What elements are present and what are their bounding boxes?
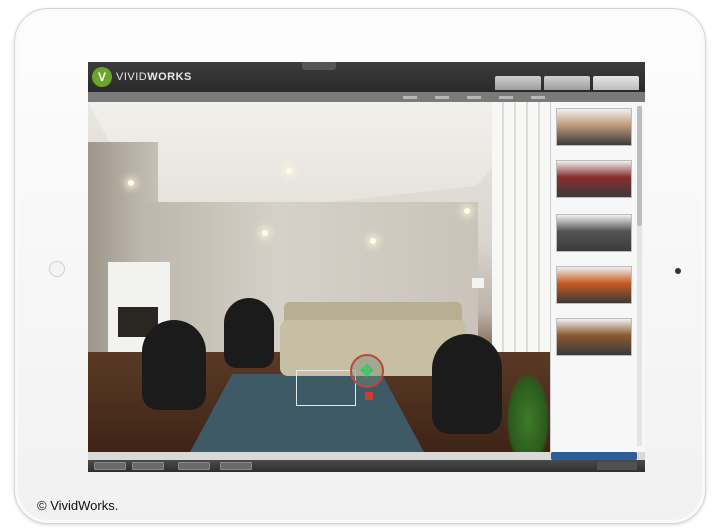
status-action-button[interactable]: [551, 452, 637, 460]
catalog-thumb-1[interactable]: [556, 108, 632, 146]
catalog-thumb-2[interactable]: [556, 160, 632, 198]
pull-down-tab[interactable]: [302, 62, 336, 70]
top-tabs: [495, 76, 639, 90]
catalog-thumb-4[interactable]: [556, 266, 632, 304]
bottom-toolbar: [88, 460, 645, 472]
move-arrows-icon[interactable]: ✥: [350, 354, 384, 388]
toolbar-button-1[interactable]: [94, 462, 126, 470]
app-header: V VIVIDWORKS: [88, 62, 645, 92]
logo-text: VIVIDWORKS: [116, 71, 192, 83]
category-tab-5[interactable]: [531, 96, 545, 99]
top-tab-1[interactable]: [495, 76, 541, 90]
toolbar-button-3[interactable]: [178, 462, 210, 470]
category-bar: [88, 92, 645, 102]
catalog-thumb-3[interactable]: [556, 214, 632, 252]
top-tab-3[interactable]: [593, 76, 639, 90]
copyright-text: © VividWorks.: [37, 498, 119, 513]
catalog-scroll-thumb[interactable]: [637, 106, 642, 226]
ceiling-light: [464, 208, 470, 214]
catalog-thumb-5[interactable]: [556, 318, 632, 356]
home-button[interactable]: [675, 268, 681, 274]
floor-lamp-object[interactable]: [472, 278, 484, 288]
room-3d-view[interactable]: ✥: [88, 102, 550, 452]
catalog-panel: [550, 102, 645, 452]
status-bar: [88, 452, 645, 460]
egg-chair-object[interactable]: [224, 298, 274, 368]
ceiling-light: [262, 230, 268, 236]
camera-icon: [49, 261, 65, 277]
coffee-table-object[interactable]: [296, 370, 356, 406]
top-tab-2[interactable]: [544, 76, 590, 90]
vividworks-logo[interactable]: V VIVIDWORKS: [92, 66, 192, 88]
ceiling-light: [128, 180, 134, 186]
app-screen: V VIVIDWORKS ✥: [88, 62, 645, 472]
logo-mark-icon: V: [92, 67, 112, 87]
egg-chair-object[interactable]: [432, 334, 502, 434]
ceiling-light: [370, 238, 376, 244]
toolbar-button-4[interactable]: [220, 462, 252, 470]
category-tab-2[interactable]: [435, 96, 449, 99]
egg-chair-object[interactable]: [142, 320, 206, 410]
category-tab-4[interactable]: [499, 96, 513, 99]
toolbar-button-2[interactable]: [132, 462, 164, 470]
ceiling-light: [286, 168, 292, 174]
category-tab-3[interactable]: [467, 96, 481, 99]
toolbar-right-control[interactable]: [597, 462, 637, 470]
delete-icon[interactable]: [365, 392, 373, 400]
category-tab-1[interactable]: [403, 96, 417, 99]
plant-object[interactable]: [506, 372, 550, 452]
